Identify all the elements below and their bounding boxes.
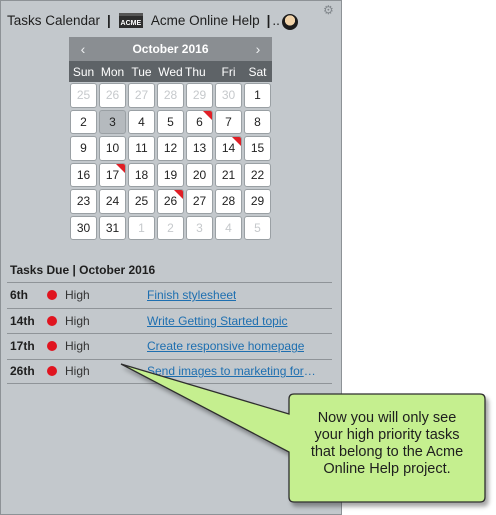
calendar-day[interactable]: 15 — [244, 136, 271, 161]
calendar-day[interactable]: 29 — [186, 83, 213, 108]
calendar-day-grid: 25 26 27 28 29 30 1 2 3 4 5 6 7 8 9 10 11 12 13 14 15 16 17 18 1… — [69, 82, 272, 241]
calendar-day[interactable]: 19 — [157, 162, 184, 187]
acme-logo-icon: ACME — [118, 12, 143, 28]
user-avatar-icon[interactable] — [281, 14, 298, 30]
task-row: 26th High Send images to marketing for rev… — [7, 358, 332, 384]
more-ellipsis[interactable]: .. — [272, 13, 280, 28]
priority-dot-icon — [47, 341, 57, 352]
task-row: 17th High Create responsive homepage — [7, 333, 332, 359]
weekday-label: Thu — [185, 64, 206, 79]
header-separator: | — [107, 12, 111, 28]
task-link[interactable]: Finish stylesheet — [147, 288, 236, 302]
priority-dot-icon — [47, 366, 57, 377]
calendar-day[interactable]: 10 — [99, 136, 126, 161]
weekday-label: Fri — [221, 64, 236, 79]
calendar-day[interactable]: 1 — [244, 83, 271, 108]
task-link[interactable]: Write Getting Started topic — [147, 314, 288, 328]
calendar-day[interactable]: 11 — [128, 136, 155, 161]
calendar-day[interactable]: 20 — [186, 162, 213, 187]
calendar-day[interactable]: 30 — [215, 83, 242, 108]
calendar-day[interactable]: 8 — [244, 109, 271, 134]
calendar-day[interactable]: 18 — [128, 162, 155, 187]
calendar-day[interactable]: 29 — [244, 189, 271, 214]
panel-title: Tasks Calendar — [7, 12, 101, 28]
calendar-day[interactable]: 27 — [186, 189, 213, 214]
calendar-day[interactable]: 26 — [99, 83, 126, 108]
callout-line: your high priority tasks — [314, 427, 460, 443]
calendar-day[interactable]: 28 — [157, 83, 184, 108]
calendar-day[interactable]: 3 — [186, 215, 213, 240]
task-row: 6th High Finish stylesheet — [7, 282, 332, 308]
priority-dot-icon — [47, 290, 57, 301]
calendar-day[interactable]: 30 — [70, 215, 97, 240]
task-row: 14th High Write Getting Started topic — [7, 307, 332, 334]
calendar-day-with-task[interactable]: 26 — [157, 189, 184, 214]
calendar-day[interactable]: 5 — [157, 109, 184, 134]
callout-line: Now you will only see — [317, 410, 457, 426]
header-separator-2: | — [266, 12, 271, 28]
task-due-day: 14th — [10, 313, 35, 328]
calendar-day[interactable]: 25 — [70, 83, 97, 108]
task-priority: High — [65, 313, 90, 328]
task-link[interactable]: Send images to marketing for review — [147, 364, 319, 378]
calendar-day[interactable]: 25 — [128, 189, 155, 214]
task-priority: High — [65, 288, 90, 303]
callout-line: Online Help project. — [323, 461, 451, 477]
calendar-day[interactable]: 5 — [244, 215, 271, 240]
calendar-day[interactable]: 23 — [70, 189, 97, 214]
calendar-day[interactable]: 2 — [157, 215, 184, 240]
calendar-day[interactable]: 4 — [128, 109, 155, 134]
gear-icon[interactable]: ⚙ — [323, 4, 335, 16]
task-priority: High — [65, 364, 90, 379]
weekday-label: Wed — [158, 64, 183, 79]
calendar-day-with-task[interactable]: 6 — [186, 109, 213, 134]
calendar-day[interactable]: 7 — [215, 109, 242, 134]
weekday-row: Sun Mon Tue Wed Thu Fri Sat — [69, 61, 272, 82]
calendar-day-with-task[interactable]: 14 — [215, 136, 242, 161]
calendar-day[interactable]: 3 — [99, 109, 126, 134]
calendar-day[interactable]: 16 — [70, 162, 97, 187]
weekday-label: Tue — [131, 64, 152, 79]
project-name[interactable]: Acme Online Help — [151, 13, 260, 28]
calendar-day[interactable]: 13 — [186, 136, 213, 161]
calendar-day-with-task[interactable]: 17 — [99, 162, 126, 187]
calendar-day[interactable]: 4 — [215, 215, 242, 240]
task-due-day: 26th — [10, 364, 35, 379]
weekday-label: Sun — [72, 64, 95, 79]
calendar-day[interactable]: 24 — [99, 189, 126, 214]
calendar-widget: ‹ October 2016 › Sun Mon Tue Wed Thu Fri Sat 2… — [69, 37, 272, 241]
task-due-day: 17th — [10, 339, 35, 354]
calendar-day[interactable]: 31 — [99, 215, 126, 240]
tasks-due-heading: Tasks Due | October 2016 — [10, 263, 156, 277]
task-link[interactable]: Create responsive homepage — [147, 339, 304, 353]
task-due-day: 6th — [10, 288, 28, 303]
callout-line: that belong to the Acme — [310, 444, 464, 460]
calendar-day[interactable]: 9 — [70, 136, 97, 161]
next-month-button[interactable]: › — [252, 41, 264, 57]
tasks-calendar-panel: Tasks Calendar | ACME Acme Online Help |… — [0, 0, 342, 515]
panel-header: Tasks Calendar | ACME Acme Online Help |… — [7, 7, 337, 33]
calendar-month-label: October 2016 — [132, 42, 209, 56]
weekday-label: Mon — [100, 64, 125, 79]
callout-text: Now you will only see your high priority… — [292, 410, 482, 478]
calendar-day[interactable]: 1 — [128, 215, 155, 240]
calendar-day[interactable]: 27 — [128, 83, 155, 108]
calendar-day[interactable]: 22 — [244, 162, 271, 187]
calendar-day[interactable]: 21 — [215, 162, 242, 187]
calendar-day[interactable]: 28 — [215, 189, 242, 214]
calendar-day[interactable]: 12 — [157, 136, 184, 161]
priority-dot-icon — [47, 315, 57, 326]
calendar-header: ‹ October 2016 › — [69, 37, 272, 61]
weekday-label: Sat — [248, 64, 267, 79]
calendar-day[interactable]: 2 — [70, 109, 97, 134]
prev-month-button[interactable]: ‹ — [77, 41, 89, 57]
task-list: 6th High Finish stylesheet 14th High Write Ge… — [7, 282, 332, 384]
task-priority: High — [65, 339, 90, 354]
